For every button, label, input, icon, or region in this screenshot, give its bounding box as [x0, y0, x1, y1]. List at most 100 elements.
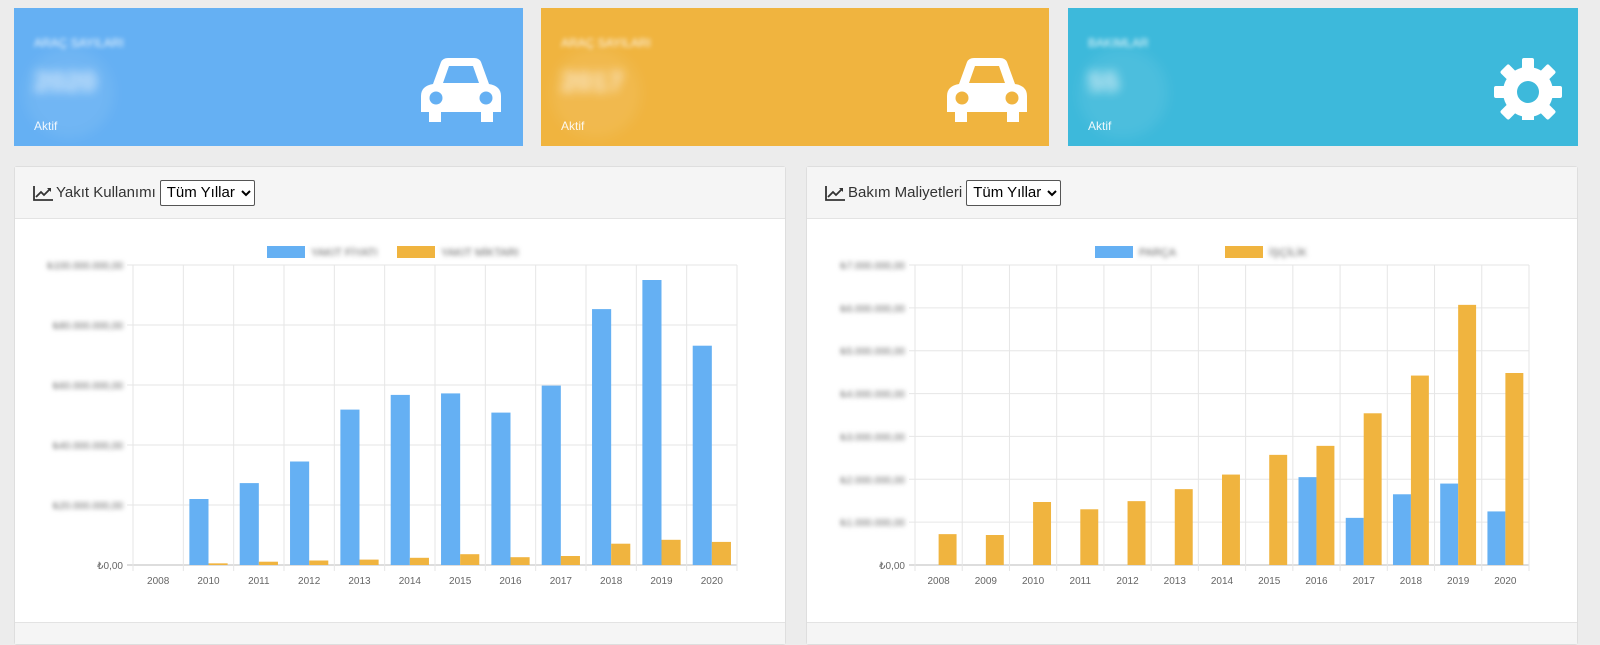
x-tick-label: 2012	[1116, 576, 1139, 587]
legend-swatch	[267, 246, 305, 258]
bar-series-1	[1345, 517, 1364, 565]
y-tick-label: ₺5.000.000,00	[840, 347, 905, 358]
x-tick-label: 2011	[248, 576, 270, 587]
x-tick-label: 2017	[550, 576, 573, 587]
year-filter-select[interactable]: Tüm Yıllar	[159, 179, 255, 206]
car-icon	[947, 58, 1027, 122]
bar-series-1	[592, 309, 612, 565]
y-tick-label: ₺3.000.000,00	[840, 432, 905, 443]
bar-series-2	[711, 541, 731, 565]
bar-series-2	[1505, 373, 1524, 565]
x-tick-label: 2020	[1494, 576, 1517, 587]
bar-series-2	[510, 557, 530, 565]
bar-series-2	[1127, 501, 1146, 565]
bar-series-2	[460, 554, 480, 565]
x-tick-label: 2015	[449, 576, 472, 587]
year-filter-select[interactable]: Tüm Yıllar	[966, 179, 1062, 206]
tile-title: ARAÇ SAYILARI	[34, 36, 124, 50]
bar-series-1	[1392, 494, 1411, 565]
tile-status: Aktif	[34, 119, 58, 133]
x-tick-label: 2014	[1211, 576, 1234, 587]
x-tick-label: 2012	[298, 576, 321, 587]
bar-series-2	[1458, 304, 1477, 565]
panel-footer	[15, 622, 785, 644]
stat-tile-vehicles-2[interactable]: ARAÇ SAYILARI 2017 Aktif	[541, 8, 1049, 146]
bar-series-1	[1298, 477, 1317, 565]
bar-series-2	[985, 535, 1004, 565]
x-tick-label: 2009	[975, 576, 998, 587]
y-tick-label: ₺1.000.000,00	[840, 518, 905, 529]
bar-series-2	[1410, 375, 1429, 565]
x-tick-label: 2018	[1400, 576, 1423, 587]
bar-series-2	[359, 559, 379, 565]
x-tick-label: 2019	[650, 576, 673, 587]
bar-series-2	[258, 561, 278, 565]
tile-value: 55	[1088, 66, 1120, 97]
y-tick-label: ₺20.000.000,00	[53, 501, 124, 512]
bar-series-2	[560, 556, 580, 565]
panel-header: Bakım Maliyetleri Tüm Yıllar	[807, 167, 1577, 219]
tile-title: BAKIMLAR	[1088, 36, 1149, 50]
legend-label: YAKIT MİKTARI	[441, 246, 519, 259]
bar-series-1	[290, 461, 310, 565]
x-tick-label: 2013	[348, 576, 371, 587]
bar-series-2	[309, 560, 329, 565]
legend-label: YAKIT FİYATI	[311, 246, 377, 259]
bar-series-2	[1033, 502, 1052, 565]
x-tick-label: 2019	[1447, 576, 1470, 587]
y-tick-label: ₺80.000.000,00	[53, 321, 124, 332]
x-tick-label: 2013	[1164, 576, 1187, 587]
bar-series-2	[1222, 474, 1240, 565]
bar-series-2	[409, 557, 429, 565]
legend-label: PARÇA	[1139, 247, 1177, 259]
y-tick-label: ₺100.000.000,00	[47, 261, 123, 272]
bar-series-1	[1440, 483, 1459, 565]
bar-series-1	[239, 483, 259, 565]
panel-title: Bakım Maliyetleri	[848, 184, 963, 201]
bar-series-1	[692, 345, 712, 565]
tile-status: Aktif	[561, 119, 585, 133]
bar-series-1	[189, 499, 209, 565]
legend-swatch	[1095, 246, 1133, 258]
x-tick-label: 2008	[147, 576, 170, 587]
bar-series-2	[208, 563, 228, 565]
tile-status: Aktif	[1088, 119, 1112, 133]
panel-header: Yakıt Kullanımı Tüm Yıllar	[15, 167, 785, 219]
bar-series-1	[491, 412, 511, 565]
tile-title: ARAÇ SAYILARI	[561, 36, 651, 50]
y-tick-label: ₺0,00	[97, 561, 123, 572]
stat-tile-vehicles-1[interactable]: ARAÇ SAYILARI 2020 Aktif	[14, 8, 523, 146]
panel-title: Yakıt Kullanımı	[56, 184, 156, 201]
legend-swatch	[397, 246, 435, 258]
bar-series-1	[390, 394, 410, 565]
y-tick-label: ₺2.000.000,00	[840, 475, 905, 486]
y-tick-label: ₺4.000.000,00	[840, 390, 905, 401]
gear-icon	[1494, 58, 1562, 120]
x-tick-label: 2015	[1258, 576, 1281, 587]
bar-series-2	[938, 534, 957, 565]
x-tick-label: 2011	[1070, 576, 1092, 587]
maintenance-cost-chart: ₺0,00 ₺1.000.000,00 ₺2.000.000,00 ₺3.000.00…	[840, 246, 1530, 587]
bar-series-2	[1316, 445, 1335, 565]
x-tick-label: 2014	[399, 576, 422, 587]
y-tick-label: ₺40.000.000,00	[53, 441, 124, 452]
panel-footer	[807, 622, 1577, 644]
x-tick-label: 2010	[1022, 576, 1045, 587]
x-tick-label: 2016	[499, 576, 522, 587]
bar-series-1	[541, 385, 561, 565]
bar-series-1	[441, 393, 461, 565]
bar-series-2	[611, 543, 631, 565]
bar-series-2	[1269, 454, 1288, 565]
x-tick-label: 2018	[600, 576, 623, 587]
bar-series-2	[1363, 413, 1382, 565]
y-tick-label: ₺60.000.000,00	[53, 381, 124, 392]
tile-value: 2020	[34, 66, 97, 97]
bar-series-1	[1487, 511, 1506, 565]
line-chart-icon	[825, 185, 845, 201]
bar-series-1	[340, 409, 360, 565]
stat-tile-maintenance[interactable]: BAKIMLAR 55 Aktif	[1068, 8, 1578, 146]
x-tick-label: 2020	[701, 576, 724, 587]
fuel-usage-chart: ₺0,00 ₺20.000.000,00 ₺40.000.000,00 ₺60.000…	[47, 246, 738, 587]
x-tick-label: 2008	[927, 576, 950, 587]
x-tick-label: 2010	[197, 576, 220, 587]
